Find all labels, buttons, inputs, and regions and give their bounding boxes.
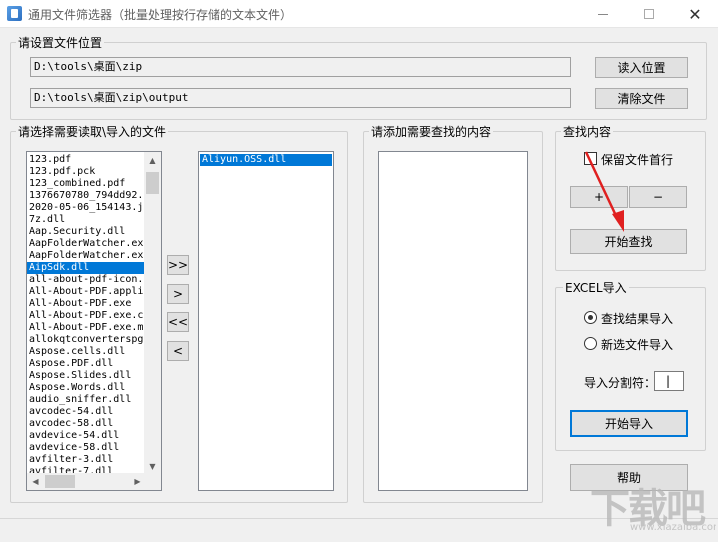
list-item[interactable]: All-About-PDF.exe.c — [27, 310, 145, 322]
watermark-url: www.xiazaiba.com — [630, 522, 716, 533]
separator-input[interactable]: | — [654, 371, 684, 391]
start-import-button[interactable]: 开始导入 — [570, 410, 688, 437]
list-item[interactable]: allokqtconverterspg — [27, 334, 145, 346]
selected-file-list[interactable]: Aliyun.OSS.dll — [198, 151, 334, 491]
list-item[interactable]: 7z.dll — [27, 214, 145, 226]
list-item[interactable]: Aliyun.OSS.dll — [200, 154, 332, 166]
content-group-label: 请添加需要查找的内容 — [369, 123, 494, 140]
clear-files-button[interactable]: 清除文件 — [595, 88, 688, 109]
import-new-file-label: 新选文件导入 — [601, 338, 674, 352]
list-item[interactable]: avfilter-3.dll — [27, 454, 145, 466]
list-item[interactable]: All-About-PDF.exe — [27, 298, 145, 310]
import-results-label: 查找结果导入 — [601, 312, 674, 326]
list-item[interactable]: avcodec-58.dll — [27, 418, 145, 430]
annotation-arrow — [584, 151, 624, 232]
scroll-thumb[interactable] — [146, 172, 159, 194]
separator-label: 导入分割符： — [584, 376, 657, 390]
scroll-up-icon[interactable]: ▲ — [144, 152, 161, 169]
list-item[interactable]: avcodec-54.dll — [27, 406, 145, 418]
search-group-label: 查找内容 — [561, 123, 614, 140]
close-button[interactable]: ✕ — [672, 0, 718, 28]
move-all-left-button[interactable]: << — [167, 312, 189, 332]
read-location-button[interactable]: 读入位置 — [595, 57, 688, 78]
source-file-list[interactable]: 123.pdf 123.pdf.pck 123_combined.pdf 137667… — [26, 151, 162, 491]
output-path-field[interactable]: D:\tools\桌面\zip\output — [30, 88, 571, 108]
list-item[interactable]: Aspose.Words.dll — [27, 382, 145, 394]
move-right-button[interactable]: > — [167, 284, 189, 304]
minimize-icon — [598, 13, 608, 15]
move-all-right-button[interactable]: >> — [167, 255, 189, 275]
list-item[interactable]: 2020-05-06_154143.j — [27, 202, 145, 214]
hscroll-thumb[interactable] — [45, 475, 75, 488]
list-item[interactable]: Aspose.cells.dll — [27, 346, 145, 358]
list-item[interactable]: audio_sniffer.dll — [27, 394, 145, 406]
scrollbar-corner — [144, 473, 161, 490]
app-icon — [7, 6, 22, 21]
scroll-left-icon[interactable]: ◀ — [27, 473, 44, 490]
list-item[interactable]: AipSdk.dll — [27, 262, 145, 274]
title-bar: 通用文件筛选器（批量处理按行存储的文本文件） ✕ — [0, 0, 718, 28]
list-item[interactable]: all-about-pdf-icon. — [27, 274, 145, 286]
watermark-logo: 下载吧 www.xiazaiba.com — [590, 486, 716, 538]
arrow-shaft — [584, 151, 620, 221]
excel-group-label: EXCEL导入 — [563, 279, 629, 296]
list-item[interactable]: Aap.Security.dll — [27, 226, 145, 238]
list-item[interactable]: All-About-PDF.exe.m — [27, 322, 145, 334]
list-item[interactable]: All-About-PDF.appli — [27, 286, 145, 298]
list-item[interactable]: avdevice-58.dll — [27, 442, 145, 454]
input-path-field[interactable]: D:\tools\桌面\zip — [30, 57, 571, 77]
list-item[interactable]: 1376670780_794dd92. — [27, 190, 145, 202]
source-horizontal-scrollbar[interactable]: ◀ ▶ — [27, 473, 146, 490]
location-group-label: 请设置文件位置 — [16, 34, 105, 51]
list-item[interactable]: AapFolderWatcher.ex — [27, 238, 145, 250]
source-vertical-scrollbar[interactable]: ▲ ▼ — [144, 152, 161, 475]
move-left-button[interactable]: < — [167, 341, 189, 361]
list-item[interactable]: Aspose.PDF.dll — [27, 358, 145, 370]
search-content-list[interactable] — [378, 151, 528, 491]
list-item[interactable]: 123_combined.pdf — [27, 178, 145, 190]
list-item[interactable]: 123.pdf — [27, 154, 145, 166]
import-results-radio[interactable] — [584, 311, 597, 324]
close-icon: ✕ — [688, 4, 702, 24]
list-item[interactable]: Aspose.Slides.dll — [27, 370, 145, 382]
import-new-file-radio[interactable] — [584, 337, 597, 350]
remove-content-button[interactable]: − — [629, 186, 687, 208]
window-title: 通用文件筛选器（批量处理按行存储的文本文件） — [28, 8, 293, 22]
list-item[interactable]: avdevice-54.dll — [27, 430, 145, 442]
list-item[interactable]: 123.pdf.pck — [27, 166, 145, 178]
list-item[interactable]: AapFolderWatcher.ex — [27, 250, 145, 262]
maximize-icon — [644, 9, 654, 19]
minimize-button[interactable] — [580, 0, 626, 28]
maximize-button[interactable] — [626, 0, 672, 28]
files-group-label: 请选择需要读取\导入的文件 — [16, 123, 169, 140]
